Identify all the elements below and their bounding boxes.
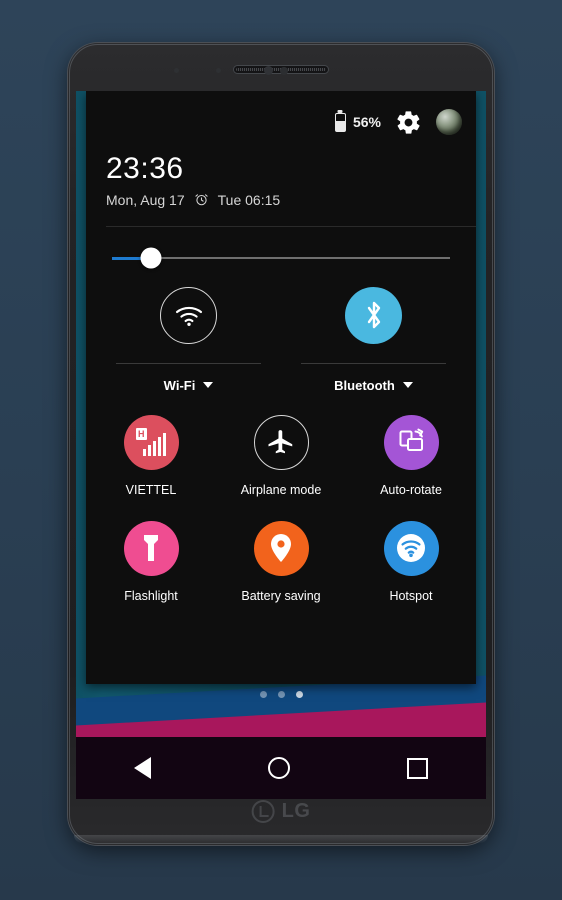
tile-flashlight[interactable]: Flashlight (86, 520, 216, 603)
clock-block[interactable]: 23:36 Mon, Aug 17 Tue 06:15 (86, 153, 476, 227)
airplane-mode-label: Airplane mode (240, 482, 322, 497)
tile-hotspot[interactable]: Hotspot (346, 520, 476, 603)
bluetooth-label-row[interactable]: Bluetooth (334, 378, 413, 393)
lg-brand-text: LG (281, 800, 311, 822)
navigation-bar (76, 737, 486, 799)
toggle-bluetooth[interactable]: Bluetooth (281, 286, 466, 393)
chevron-down-icon[interactable] (402, 382, 413, 388)
airplane-mode-button[interactable] (253, 414, 309, 470)
chevron-down-icon[interactable] (203, 382, 214, 388)
home-circle-icon[interactable] (267, 757, 290, 779)
battery-percent-label: 56% (352, 114, 381, 130)
tile-viettel[interactable]: H VIETTEL (86, 414, 216, 497)
wifi-button[interactable] (160, 286, 217, 344)
page-dot[interactable] (277, 691, 285, 698)
wifi-icon (175, 306, 202, 326)
battery-fill (335, 120, 345, 131)
toggle-wifi[interactable]: Wi-Fi (96, 286, 281, 393)
flashlight-icon (144, 535, 158, 561)
auto-rotate-label: Auto-rotate (380, 482, 442, 497)
recents-square-icon[interactable] (406, 757, 428, 779)
clock-time: 23:36 (106, 152, 184, 185)
tile-battery-saving[interactable]: Battery saving (216, 520, 346, 603)
page-dot[interactable] (259, 691, 267, 698)
airplane-icon (268, 430, 293, 454)
auto-rotate-icon (399, 428, 424, 451)
battery-saving-button[interactable] (253, 520, 309, 576)
brightness-slider[interactable] (112, 247, 450, 268)
bluetooth-button[interactable] (345, 286, 402, 344)
quick-toggle-row: H VIETTEL Airplane mode Auto-rotate (86, 414, 476, 497)
lg-brand: LG (251, 800, 311, 823)
hotspot-label: Hotspot (389, 588, 433, 603)
tile-airplane-mode[interactable]: Airplane mode (216, 414, 346, 497)
auto-rotate-button[interactable] (383, 414, 439, 470)
back-triangle-icon[interactable] (134, 757, 152, 779)
bluetooth-label: Bluetooth (334, 377, 395, 393)
quick-toggle-grid: H VIETTEL Airplane mode Auto-rotate Flas… (86, 393, 476, 603)
clock-date: Mon, Aug 17 (106, 191, 185, 208)
brightness-row (86, 227, 476, 268)
mobile-signal-icon: H (136, 428, 166, 456)
quick-settings-panel: 56% 23:36 Mon, Aug 17 Tue 06:15 Wi-Fi Bl… (86, 91, 476, 684)
proximity-sensor-icon (174, 68, 179, 73)
primary-toggles: Wi-Fi Bluetooth (86, 259, 476, 393)
clock-subline: Mon, Aug 17 Tue 06:15 (106, 192, 476, 208)
location-pin-icon (271, 534, 291, 562)
battery-status: 56% (334, 112, 381, 132)
status-bar: 56% (86, 91, 476, 153)
battery-icon (334, 112, 346, 132)
hotspot-wifi-icon (397, 534, 425, 562)
alarm-time: Tue 06:15 (217, 191, 281, 208)
ir-sensor-icon (280, 67, 288, 75)
light-sensor-icon (216, 68, 221, 73)
page-dot-active[interactable] (295, 691, 303, 698)
gear-icon[interactable] (395, 109, 422, 136)
avatar[interactable] (436, 109, 462, 135)
wifi-label-row[interactable]: Wi-Fi (164, 378, 214, 393)
phone-screen: 56% 23:36 Mon, Aug 17 Tue 06:15 Wi-Fi Bl… (76, 91, 486, 799)
quick-toggle-row: Flashlight Battery saving Hotspot (86, 520, 476, 603)
tile-auto-rotate[interactable]: Auto-rotate (346, 414, 476, 497)
viettel-label: VIETTEL (125, 482, 177, 497)
battery-saving-label: Battery saving (241, 588, 321, 603)
hotspot-button[interactable] (383, 520, 439, 576)
brightness-thumb[interactable] (140, 247, 162, 268)
bluetooth-icon (367, 301, 380, 329)
phone-device: 56% 23:36 Mon, Aug 17 Tue 06:15 Wi-Fi Bl… (68, 43, 494, 845)
divider (301, 362, 446, 364)
wifi-label: Wi-Fi (163, 377, 196, 393)
front-camera-icon (264, 66, 273, 75)
signal-bars (142, 433, 166, 456)
page-indicator (76, 691, 486, 698)
alarm-clock-icon (195, 194, 208, 206)
flashlight-label: Flashlight (124, 588, 178, 603)
lg-circle-logo-icon (251, 800, 275, 823)
divider (116, 362, 261, 364)
viettel-button[interactable]: H (123, 414, 179, 470)
flashlight-button[interactable] (123, 520, 179, 576)
